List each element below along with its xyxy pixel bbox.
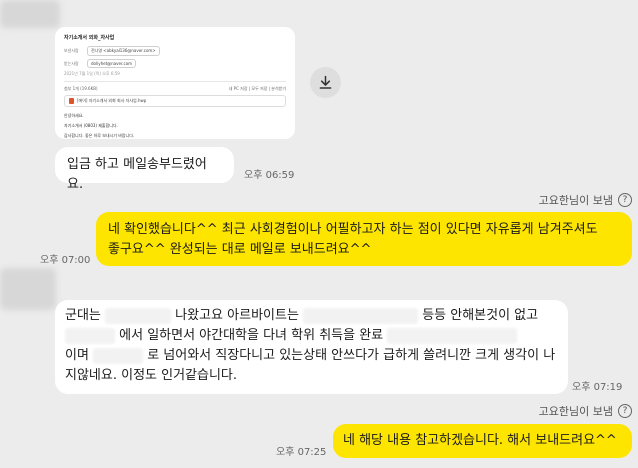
- email-body-line: 안녕하세요.: [64, 113, 84, 118]
- message-bubble-received[interactable]: 입금 하고 메일송부드렸어요.: [55, 147, 234, 192]
- email-to-value: doliyhet@naver.com: [87, 59, 137, 68]
- message-text: 에서 일하면서 야간대학을 다녀 학위 취득을 완료: [119, 328, 384, 343]
- help-icon[interactable]: ?: [618, 193, 632, 207]
- attachment-item[interactable]: [에이] 자기소개서 외화 회사 자사업.hwp: [64, 95, 286, 107]
- email-from-value: 전나영 <abkyal136@naver.com>: [87, 46, 160, 56]
- attachment-name: [에이] 자기소개서 외화 회사 자사업.hwp: [77, 98, 147, 103]
- email-subject: 자기소개서 외화_자사업: [64, 35, 115, 41]
- sender-label: 고요한님이 보냄 ?: [539, 403, 632, 419]
- file-icon: [69, 98, 74, 104]
- email-divider: [64, 81, 286, 82]
- message-text: 입금 하고 메일송부드렸어요.: [67, 157, 207, 192]
- redacted-text: [303, 307, 419, 324]
- avatar[interactable]: [0, 268, 56, 310]
- message-bubble-sent[interactable]: 네 해당 내용 참고하겠습니다. 해서 보내드려요^^: [333, 424, 632, 458]
- sender-label-text: 고요한님이 보냄: [538, 194, 613, 207]
- message-bubble-sent[interactable]: 네 확인했습니다^^ 최근 사회경험이나 어필하고자 하는 점이 있다면 자유롭…: [96, 212, 632, 266]
- redacted-text: [105, 307, 172, 324]
- message-text: 지않네요. 이정도 인거같습니다.: [65, 368, 238, 383]
- redacted-text: [93, 347, 144, 364]
- sender-label-text: 고요한님이 보냄: [538, 405, 613, 418]
- message-text: 등등 안해본것이 없고: [422, 308, 539, 323]
- email-to-label: 받는사람: [64, 60, 79, 66]
- message-time: 오후 06:59: [244, 170, 295, 181]
- message-bubble-received[interactable]: 군대는 나왔고요 아르바이트는 등등 안해본것이 없고 에서 일하면서 야간대학…: [55, 300, 568, 394]
- sender-label: 고요한님이 보냄 ?: [539, 192, 632, 208]
- email-from-label: 보낸사람: [64, 48, 79, 53]
- message-text: 이며: [65, 348, 89, 363]
- help-icon[interactable]: ?: [618, 404, 632, 418]
- avatar[interactable]: [0, 0, 60, 28]
- message-time: 오후 07:00: [40, 255, 91, 266]
- message-text-line: 좋구요^^ 완성되는 대로 메일로 보내드려요^^: [108, 242, 372, 257]
- email-preview-card[interactable]: 자기소개서 외화_자사업 보낸사람 전나영 <abkyal136@naver.c…: [55, 27, 295, 139]
- message-text: 나왔고요 아르바이트는: [175, 308, 299, 323]
- attachment-header: 첨부 1개 (19.6KB): [64, 86, 98, 91]
- download-button[interactable]: [310, 67, 341, 98]
- message-text: 네 해당 내용 참고하겠습니다. 해서 보내드려요^^: [343, 433, 617, 448]
- message-text-line: 네 확인했습니다^^ 최근 사회경험이나 어필하고자 하는 점이 있다면 자유롭…: [108, 222, 598, 237]
- email-date: 2021년 7월 1일 (목) 오후 6:59: [64, 71, 120, 76]
- message-text: 로 넘어와서 직장다니고 있는상태 안쓰다가 급하게 쓸려니깐 크게 생각이 나: [147, 348, 556, 363]
- download-icon: [319, 75, 332, 89]
- email-body-line: 감사합니다. 좋은 하루 보내시기 바랍니다.: [64, 133, 135, 138]
- message-time: 오후 07:25: [276, 447, 327, 458]
- email-body-line: 자기소개서 (0803) 제출합니다.: [64, 123, 118, 128]
- attachment-actions[interactable]: 내 PC 저장 | 모두 저장 | 분석받기: [229, 86, 286, 92]
- redacted-text: [387, 327, 518, 344]
- redacted-text: [65, 327, 115, 344]
- message-time: 오후 07:19: [572, 382, 623, 393]
- message-text: 군대는: [65, 308, 101, 323]
